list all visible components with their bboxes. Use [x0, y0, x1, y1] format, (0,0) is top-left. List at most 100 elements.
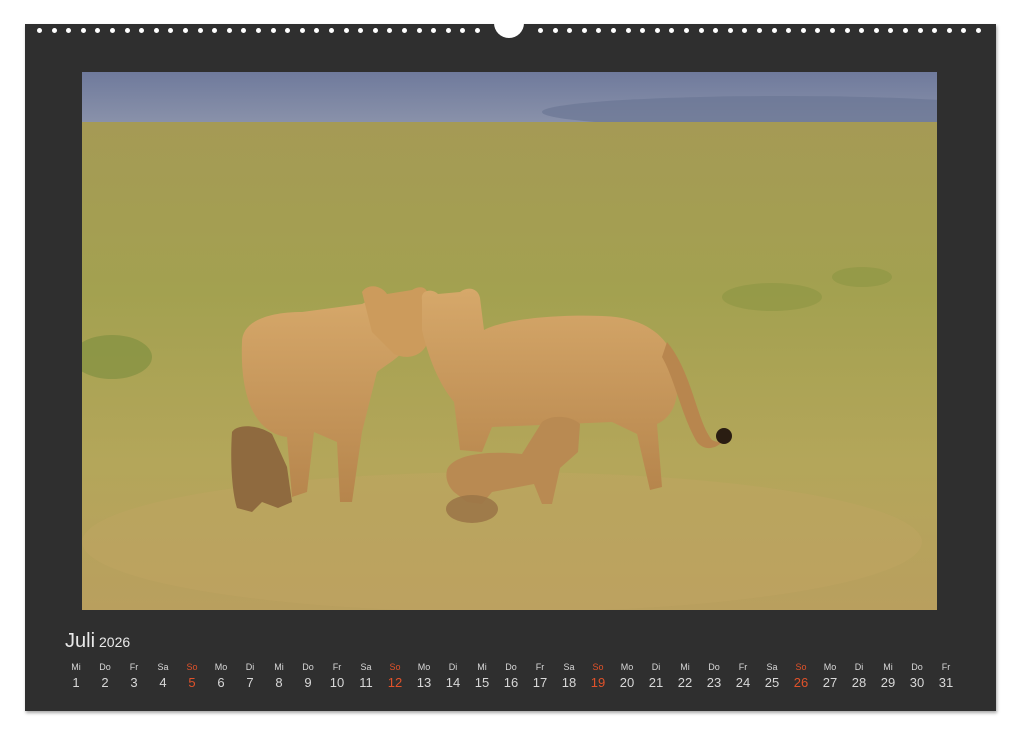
binding-hole	[154, 28, 159, 33]
day-number: 12	[381, 674, 409, 692]
weekday-label: Mo	[410, 660, 438, 674]
binding-hole	[344, 28, 349, 33]
binding-hole	[684, 28, 689, 33]
binding-hole	[553, 28, 558, 33]
day-cell: Mo13	[410, 660, 438, 692]
binding-hole	[538, 28, 543, 33]
weekday-label: Do	[294, 660, 322, 674]
binding-hole	[626, 28, 631, 33]
binding-hole	[475, 28, 480, 33]
day-cell: Mi1	[62, 660, 90, 692]
month-title: Juli2026	[65, 630, 130, 653]
day-number: 24	[729, 674, 757, 692]
binding-hole	[903, 28, 908, 33]
day-cell: Do9	[294, 660, 322, 692]
day-cell: Fr10	[323, 660, 351, 692]
binding-hole	[976, 28, 981, 33]
day-number: 27	[816, 674, 844, 692]
day-cell: Do16	[497, 660, 525, 692]
weekday-label: Mi	[265, 660, 293, 674]
binding-hole	[37, 28, 42, 33]
weekday-label: Di	[236, 660, 264, 674]
binding-hole	[431, 28, 436, 33]
day-cell: Mi29	[874, 660, 902, 692]
weekday-label: Sa	[758, 660, 786, 674]
day-number: 13	[410, 674, 438, 692]
binding-hole	[772, 28, 777, 33]
binding-hole	[460, 28, 465, 33]
weekday-label: Di	[642, 660, 670, 674]
day-cell: Sa18	[555, 660, 583, 692]
binding-hole	[95, 28, 100, 33]
month-name: Juli	[65, 630, 95, 652]
day-cell: So5	[178, 660, 206, 692]
day-number: 4	[149, 674, 177, 692]
calendar-photo	[82, 72, 937, 610]
binding-hole	[52, 28, 57, 33]
day-number: 26	[787, 674, 815, 692]
binding-hole	[742, 28, 747, 33]
weekday-label: Mi	[468, 660, 496, 674]
day-number: 21	[642, 674, 670, 692]
day-cell: So19	[584, 660, 612, 692]
weekday-label: Fr	[323, 660, 351, 674]
day-number: 14	[439, 674, 467, 692]
binding-hole	[285, 28, 290, 33]
day-number: 9	[294, 674, 322, 692]
day-cell: Mi15	[468, 660, 496, 692]
day-number: 18	[555, 674, 583, 692]
binding-hole	[713, 28, 718, 33]
binding-hole	[786, 28, 791, 33]
binding-hole	[110, 28, 115, 33]
day-number: 28	[845, 674, 873, 692]
binding-hole	[888, 28, 893, 33]
binding-hole	[757, 28, 762, 33]
weekday-label: Do	[903, 660, 931, 674]
weekday-label: Mo	[613, 660, 641, 674]
day-cell: Mo27	[816, 660, 844, 692]
day-number: 1	[62, 674, 90, 692]
binding-hole	[699, 28, 704, 33]
day-number: 30	[903, 674, 931, 692]
day-number: 16	[497, 674, 525, 692]
day-cell: Fr24	[729, 660, 757, 692]
day-number: 7	[236, 674, 264, 692]
binding-hole	[314, 28, 319, 33]
day-number: 25	[758, 674, 786, 692]
day-number: 5	[178, 674, 206, 692]
binding-hole	[961, 28, 966, 33]
day-number: 11	[352, 674, 380, 692]
binding-hole	[168, 28, 173, 33]
weekday-label: Fr	[932, 660, 960, 674]
binding-hole	[918, 28, 923, 33]
day-number: 17	[526, 674, 554, 692]
binding-hole	[932, 28, 937, 33]
binding-hole	[300, 28, 305, 33]
binding-hole	[859, 28, 864, 33]
binding-hole	[655, 28, 660, 33]
binding-hole	[227, 28, 232, 33]
day-number: 20	[613, 674, 641, 692]
day-number: 10	[323, 674, 351, 692]
day-cell: Do23	[700, 660, 728, 692]
binding-hole	[947, 28, 952, 33]
day-cell: Di28	[845, 660, 873, 692]
binding-hole	[271, 28, 276, 33]
day-cell: Fr17	[526, 660, 554, 692]
binding-hole	[139, 28, 144, 33]
binding-hole	[596, 28, 601, 33]
day-cell: So12	[381, 660, 409, 692]
binding-hole	[567, 28, 572, 33]
day-number: 8	[265, 674, 293, 692]
weekday-label: Sa	[149, 660, 177, 674]
day-number: 29	[874, 674, 902, 692]
day-cell: Mo20	[613, 660, 641, 692]
day-cell: Di14	[439, 660, 467, 692]
day-number: 23	[700, 674, 728, 692]
weekday-label: So	[381, 660, 409, 674]
weekday-label: Sa	[555, 660, 583, 674]
day-cell: Di21	[642, 660, 670, 692]
binding-hole	[183, 28, 188, 33]
binding-hole	[845, 28, 850, 33]
day-number: 15	[468, 674, 496, 692]
